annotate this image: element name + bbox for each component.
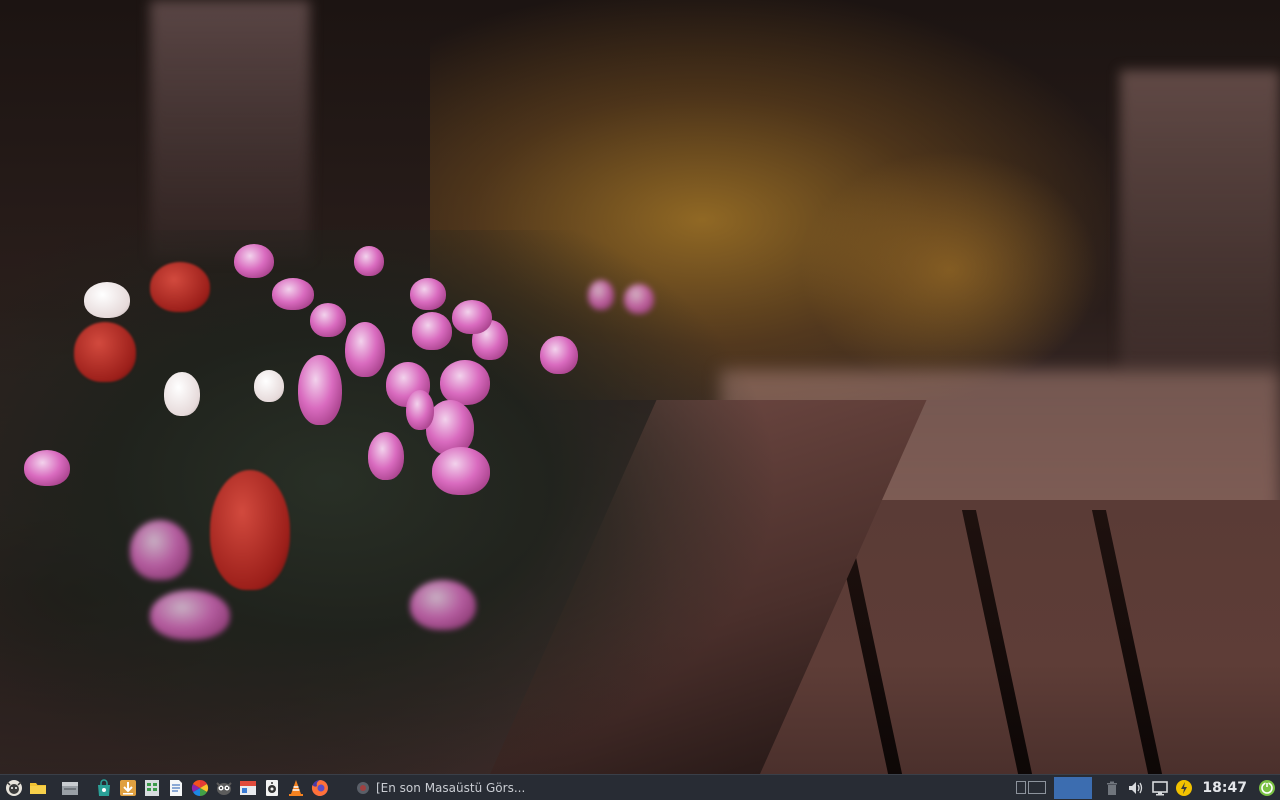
wallpaper-flower [540, 336, 578, 374]
wallpaper-flower [410, 580, 476, 630]
wallpaper-flower [354, 246, 384, 276]
wallpaper-flower [24, 450, 70, 486]
file-manager-icon[interactable] [60, 778, 80, 798]
store-bag-icon[interactable] [94, 778, 114, 798]
owl-icon[interactable] [214, 778, 234, 798]
taskbar: [En son Masaüstü Görs... 18:47 [0, 774, 1280, 800]
speaker-icon[interactable] [262, 778, 282, 798]
wallpaper-flower [368, 432, 404, 480]
wallpaper-gold-glow [800, 150, 1100, 390]
wallpaper-flower [150, 590, 230, 640]
volume-icon[interactable] [1126, 778, 1146, 798]
firefox-icon[interactable] [310, 778, 330, 798]
wallpaper-flower [412, 312, 452, 350]
menu-lion-icon[interactable] [4, 778, 24, 798]
wallpaper-flower [440, 360, 490, 405]
panel-icon[interactable] [238, 778, 258, 798]
network-icon[interactable] [1150, 778, 1170, 798]
wallpaper-flower [130, 520, 190, 580]
window-app-icon [356, 781, 370, 795]
active-workspace-indicator[interactable] [1054, 776, 1093, 799]
desktop-wallpaper [0, 0, 1280, 774]
workspace-1[interactable] [1016, 781, 1027, 794]
wallpaper-pillar-right [1120, 70, 1280, 370]
wallpaper-flower [345, 322, 385, 377]
wallpaper-flower [74, 322, 136, 382]
wallpaper-flower [210, 470, 290, 590]
spreadsheet-icon[interactable] [142, 778, 162, 798]
taskbar-window-button[interactable]: [En son Masaüstü Görs... [350, 777, 990, 799]
folder-icon[interactable] [28, 778, 48, 798]
wallpaper-flower [406, 390, 434, 430]
wallpaper-flower [410, 278, 446, 310]
wallpaper-pillar-left [150, 0, 310, 260]
wallpaper-flower [432, 447, 490, 495]
wallpaper-flower [588, 280, 614, 310]
wallpaper-flower [84, 282, 130, 318]
workspace-pager[interactable] [1016, 781, 1048, 794]
power-manager-icon[interactable] [1174, 778, 1194, 798]
trash-icon[interactable] [1102, 778, 1122, 798]
workspace-2[interactable] [1028, 781, 1047, 794]
document-icon[interactable] [166, 778, 186, 798]
wallpaper-flower [272, 278, 314, 310]
wallpaper-flower [624, 284, 654, 314]
wallpaper-flower [234, 244, 274, 278]
vlc-cone-icon[interactable] [286, 778, 306, 798]
wallpaper-flower [150, 262, 210, 312]
download-icon[interactable] [118, 778, 138, 798]
update-manager-icon[interactable] [1257, 778, 1277, 798]
wallpaper-flower [298, 355, 342, 425]
taskbar-window-title: [En son Masaüstü Görs... [376, 780, 526, 795]
wallpaper-flower [310, 303, 346, 337]
wallpaper-flower [452, 300, 492, 334]
color-wheel-icon[interactable] [190, 778, 210, 798]
system-tray: 18:47 [1016, 775, 1280, 801]
wallpaper-flower [254, 370, 284, 402]
wallpaper-flower [164, 372, 200, 416]
clock[interactable]: 18:47 [1202, 780, 1247, 796]
